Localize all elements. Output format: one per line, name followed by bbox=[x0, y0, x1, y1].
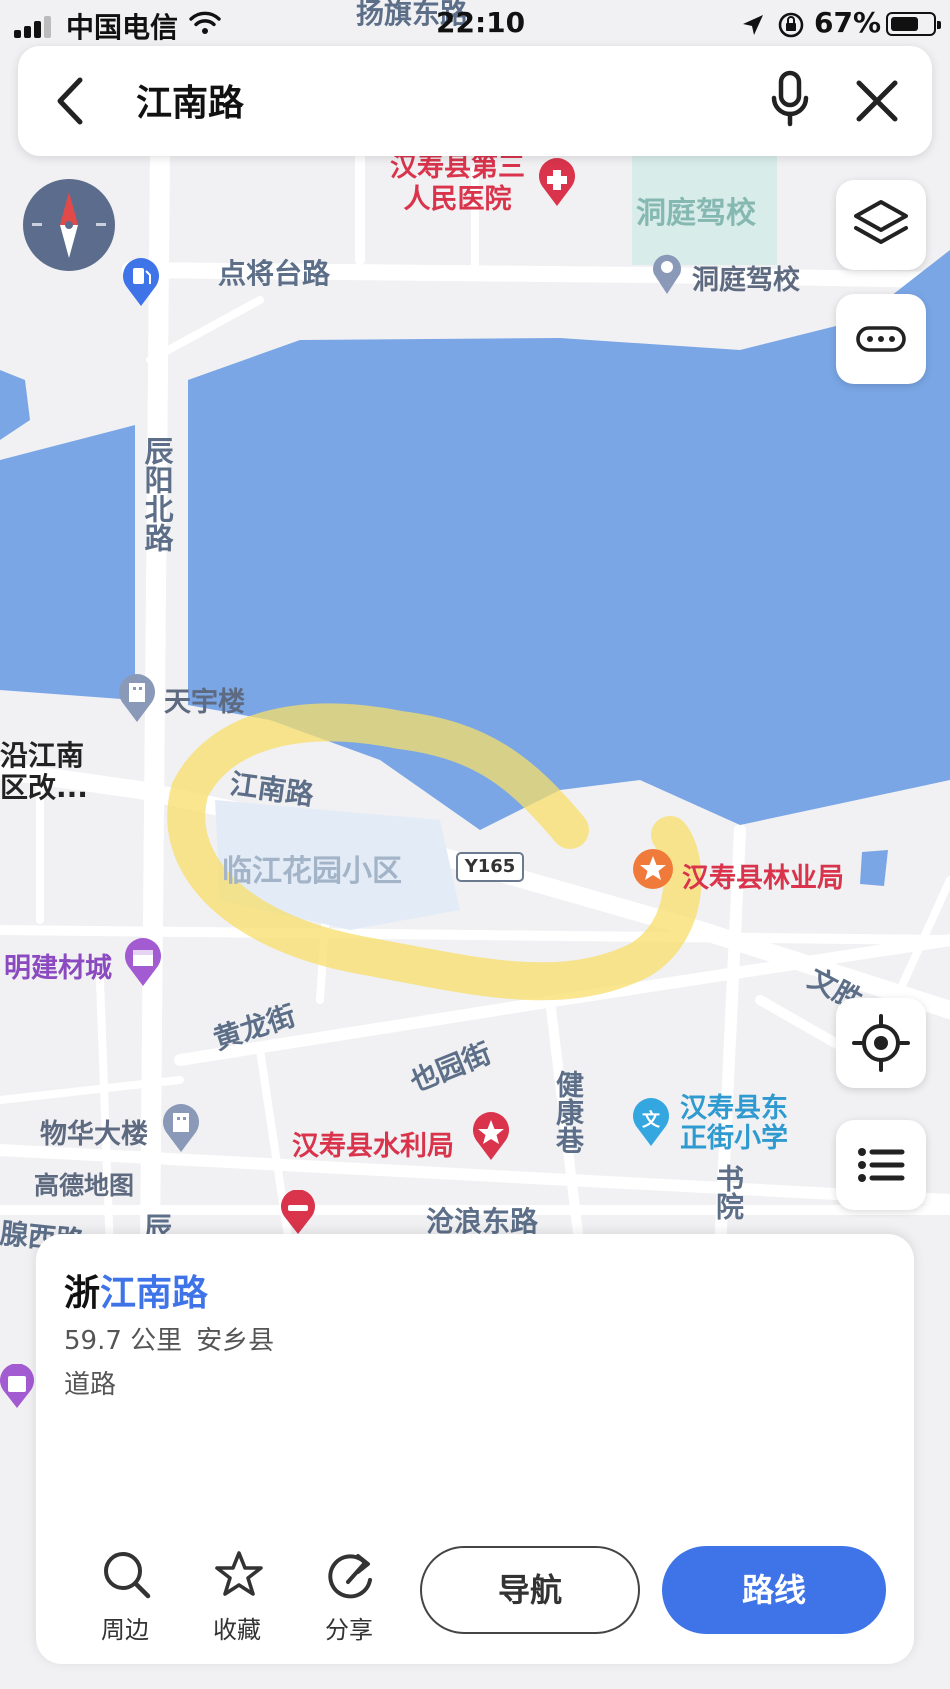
compass-icon[interactable] bbox=[22, 178, 116, 272]
list-icon bbox=[858, 1148, 905, 1182]
poi-yanjiang-line2: 区改... bbox=[0, 771, 88, 804]
school-pin-icon[interactable]: 文 bbox=[630, 1098, 672, 1148]
search-bar[interactable]: 江南路 bbox=[18, 46, 932, 156]
government-pin-icon[interactable] bbox=[632, 848, 674, 898]
map-watermark: 高德地图 bbox=[34, 1171, 135, 1200]
poi-school-line2: 正街小学 bbox=[680, 1123, 788, 1154]
list-button[interactable] bbox=[836, 1120, 926, 1210]
route-badge: Y165 bbox=[456, 852, 524, 882]
result-title[interactable]: 浙江南路 bbox=[64, 1264, 208, 1316]
share-button[interactable]: 分享 bbox=[304, 1540, 394, 1644]
poi-hospital[interactable]: 汉寿县第三 人民医院 bbox=[390, 152, 525, 216]
more-button[interactable] bbox=[836, 294, 926, 384]
location-arrow-icon bbox=[743, 15, 763, 35]
locate-button[interactable] bbox=[836, 998, 926, 1088]
svg-text:文: 文 bbox=[642, 1109, 661, 1131]
road-label-chenyang: 辰阳北路 bbox=[140, 436, 174, 552]
shop-pin-icon[interactable] bbox=[122, 938, 164, 988]
poi-driving-school-area: 洞庭驾校 bbox=[636, 196, 756, 231]
poi-building-mall[interactable]: 明建材城 bbox=[4, 946, 112, 985]
locate-icon bbox=[852, 1014, 910, 1072]
favorite-label: 收藏 bbox=[213, 1616, 261, 1644]
poi-yanjiang-line1: 沿江南 bbox=[0, 739, 85, 772]
result-region: 安乡县 bbox=[196, 1326, 275, 1356]
gas-station-icon[interactable] bbox=[120, 258, 162, 308]
search-icon bbox=[104, 1552, 151, 1599]
water-bureau-pin-icon[interactable] bbox=[470, 1112, 512, 1162]
result-distance: 59.7 公里 bbox=[64, 1326, 183, 1356]
more-dots-icon bbox=[856, 326, 906, 352]
road-label-dianjiangtai: 点将台路 bbox=[218, 257, 331, 290]
shopping-pin-icon[interactable] bbox=[0, 1364, 38, 1410]
wifi-icon bbox=[189, 11, 221, 34]
poi-hospital-line2: 人民医院 bbox=[403, 184, 512, 215]
result-card[interactable]: 浙江南路 59.7 公里 安乡县 道路 周边 收藏 分享 导航 路线 bbox=[36, 1234, 914, 1664]
navigate-button[interactable]: 导航 bbox=[420, 1546, 640, 1634]
chevron-left-icon[interactable] bbox=[52, 74, 92, 128]
battery-icon bbox=[886, 12, 941, 36]
favorite-button[interactable]: 收藏 bbox=[192, 1540, 282, 1644]
status-bar: 中国电信 22:10 67% bbox=[0, 0, 950, 48]
route-button[interactable]: 路线 bbox=[662, 1546, 886, 1634]
building-pin-icon[interactable] bbox=[116, 674, 158, 724]
star-icon bbox=[215, 1551, 263, 1596]
search-input[interactable]: 江南路 bbox=[136, 74, 244, 126]
microphone-icon[interactable] bbox=[770, 70, 810, 130]
result-title-match: 江南路 bbox=[100, 1273, 209, 1314]
layers-button[interactable] bbox=[836, 180, 926, 270]
poi-yanjiang[interactable]: 沿江南 区改... bbox=[0, 740, 88, 804]
close-icon[interactable] bbox=[854, 78, 900, 124]
poi-garden[interactable]: 临江花园小区 bbox=[222, 846, 402, 890]
no-entry-icon[interactable] bbox=[278, 1190, 318, 1236]
share-label: 分享 bbox=[325, 1616, 373, 1644]
share-icon bbox=[328, 1554, 372, 1599]
poi-forestry[interactable]: 汉寿县林业局 bbox=[682, 856, 844, 895]
clock: 22:10 bbox=[436, 6, 526, 39]
result-title-prefix: 浙 bbox=[64, 1273, 101, 1314]
carrier-name: 中国电信 bbox=[66, 11, 179, 44]
layers-icon bbox=[854, 200, 908, 244]
location-pin-icon[interactable] bbox=[650, 252, 684, 296]
poi-school-line1: 汉寿县东 bbox=[680, 1093, 788, 1124]
nearby-label: 周边 bbox=[101, 1616, 149, 1644]
road-label-shuyuan: 书院 bbox=[712, 1164, 745, 1220]
poi-hospital-line1: 汉寿县第三 bbox=[390, 152, 525, 183]
poi-driving-school[interactable]: 洞庭驾校 bbox=[692, 258, 800, 297]
result-meta: 59.7 公里 安乡县 bbox=[64, 1320, 274, 1357]
road-label-jiankang: 健康巷 bbox=[552, 1070, 585, 1154]
battery-percent: 67% bbox=[814, 6, 882, 39]
hospital-pin-icon[interactable] bbox=[536, 158, 578, 208]
cellular-signal-icon bbox=[14, 14, 58, 38]
nearby-button[interactable]: 周边 bbox=[80, 1540, 170, 1644]
office-pin-icon[interactable] bbox=[160, 1104, 202, 1154]
poi-water[interactable]: 汉寿县水利局 bbox=[292, 1124, 454, 1163]
poi-tianyu[interactable]: 天宇楼 bbox=[164, 680, 245, 719]
result-type: 道路 bbox=[64, 1370, 117, 1400]
rotation-lock-icon bbox=[778, 12, 804, 38]
poi-wuhua[interactable]: 物华大楼 bbox=[40, 1112, 148, 1151]
poi-school[interactable]: 汉寿县东 正街小学 bbox=[680, 1094, 788, 1154]
